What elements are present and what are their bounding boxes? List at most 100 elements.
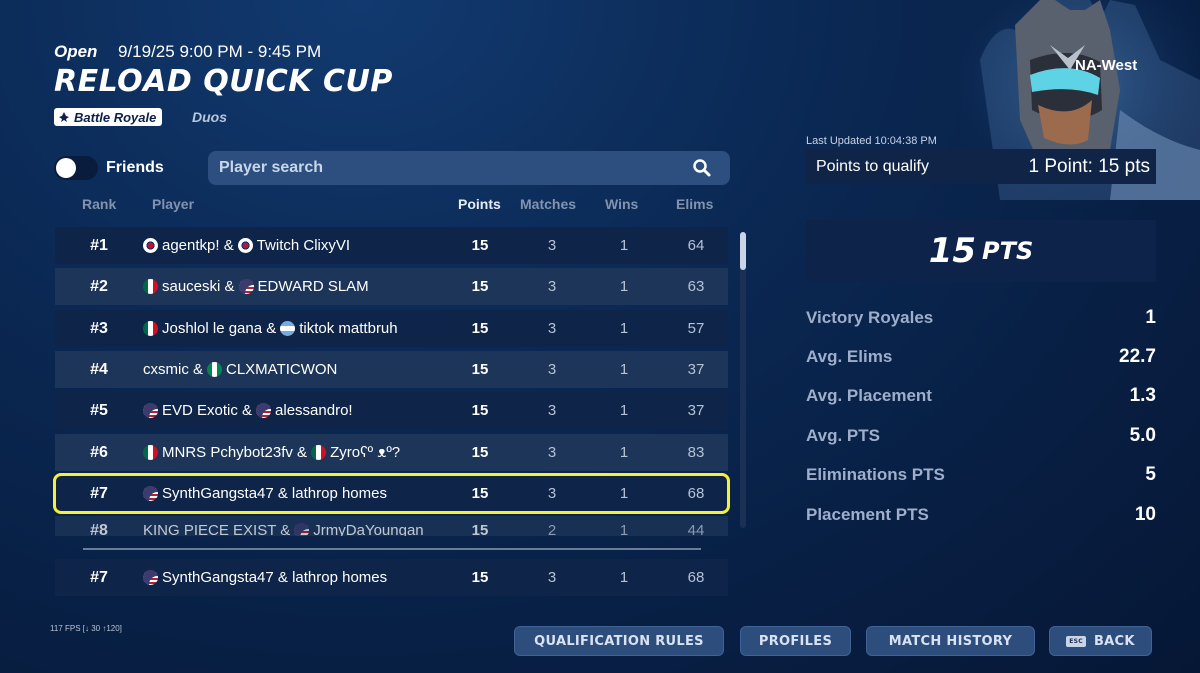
rank-cell: #8 — [90, 522, 108, 536]
elims-cell: 68 — [687, 569, 705, 586]
flag-icon — [143, 321, 158, 336]
player-cell: SynthGangsta47 & lathrop homes — [143, 485, 443, 502]
player-name: Joshlol le gana & — [162, 320, 277, 337]
stat-label: Placement PTS — [806, 505, 929, 524]
leaderboard-row[interactable]: #3 Joshlol le gana & tiktok mattbruh 15 3 1 57 — [55, 310, 728, 347]
back-button[interactable]: ESC BACK — [1049, 626, 1152, 656]
search-input[interactable]: Player search — [208, 151, 730, 185]
wins-cell: 1 — [619, 485, 629, 502]
search-icon[interactable] — [692, 158, 712, 178]
profiles-button[interactable]: PROFILES — [740, 626, 851, 656]
points-cell: 15 — [471, 361, 489, 378]
matches-cell: 2 — [547, 522, 557, 536]
toggle-knob — [56, 158, 76, 178]
elims-cell: 68 — [687, 485, 705, 502]
leaderboard-row[interactable]: #1 agentkp! & Twitch ClixyVI 15 3 1 64 — [55, 227, 728, 264]
rank-cell: #1 — [90, 236, 108, 254]
points-cell: 15 — [471, 444, 489, 461]
stat-label: Avg. Placement — [806, 386, 932, 405]
stat-label: Avg. Elims — [806, 347, 893, 366]
event-status: Open — [54, 42, 98, 61]
flag-icon — [143, 403, 158, 418]
total-points-value: 15 — [928, 231, 977, 271]
total-points: 15 PTS — [806, 220, 1156, 282]
wins-cell: 1 — [619, 444, 629, 461]
flag-icon — [143, 238, 158, 253]
matches-cell: 3 — [547, 278, 557, 295]
qualify-value: 1 Point: 15 pts — [1028, 155, 1150, 177]
points-cell: 15 — [471, 320, 489, 337]
wins-cell: 1 — [619, 320, 629, 337]
player-name: Twitch ClixyVI — [256, 237, 351, 254]
event-datetime: 9/19/25 9:00 PM - 9:45 PM — [118, 42, 322, 61]
matches-cell: 3 — [547, 361, 557, 378]
rank-cell: #4 — [90, 360, 108, 378]
rank-cell: #2 — [90, 277, 108, 295]
leaderboard-row[interactable]: #8 KING PIECE EXIST & JrmyDaYoungan 15 2 1 44 — [55, 516, 728, 536]
player-name: cxsmic & — [143, 361, 203, 378]
player-cell: KING PIECE EXIST & JrmyDaYoungan — [143, 522, 443, 536]
scrollbar-thumb[interactable] — [740, 232, 746, 270]
flag-icon — [207, 362, 222, 377]
column-header-points[interactable]: Points — [458, 196, 501, 212]
leaderboard-row[interactable]: #2 sauceski & EDWARD SLAM 15 3 1 63 — [55, 268, 728, 305]
rank-cell: #7 — [90, 568, 108, 586]
column-header-wins[interactable]: Wins — [605, 196, 638, 212]
flag-icon — [256, 403, 272, 418]
player-name: sauceski & — [162, 278, 235, 295]
leaderboard-row[interactable]: #5 EVD Exotic & alessandro! 15 3 1 37 — [55, 392, 728, 429]
player-name: SynthGangsta47 & — [162, 485, 288, 502]
leaderboard-row[interactable]: #7 SynthGangsta47 & lathrop homes 15 3 1 68 — [53, 473, 730, 514]
player-names: SynthGangsta47 & lathrop homes — [162, 569, 388, 586]
column-header-rank: Rank — [82, 196, 117, 212]
wins-cell: 1 — [619, 237, 629, 254]
flag-icon — [143, 445, 158, 460]
leaderboard-scrollbar[interactable] — [740, 232, 746, 528]
friends-toggle[interactable] — [54, 156, 98, 180]
mode-label: Battle Royale — [74, 109, 157, 125]
elims-cell: 37 — [687, 402, 705, 419]
match-history-button[interactable]: MATCH HISTORY — [866, 626, 1035, 656]
flag-icon — [280, 321, 296, 336]
friends-label: Friends — [106, 159, 164, 176]
player-cell: MNRS Pchybot23fv & Zyroʕº ᴥº? — [143, 444, 443, 461]
points-cell: 15 — [471, 402, 489, 419]
total-points-unit: PTS — [982, 237, 1034, 265]
player-cell: sauceski & EDWARD SLAM — [143, 278, 443, 295]
qualification-rules-button[interactable]: QUALIFICATION RULES — [514, 626, 724, 656]
region-label: NA-West — [1075, 57, 1138, 74]
player-name: EVD Exotic & — [162, 402, 253, 419]
flag-icon — [311, 445, 327, 460]
column-header-matches[interactable]: Matches — [520, 196, 576, 212]
matches-cell: 3 — [547, 485, 557, 502]
wins-cell: 1 — [619, 569, 629, 586]
stat-value: 1 — [1145, 307, 1156, 328]
points-cell: 15 — [471, 278, 489, 295]
search-placeholder: Player search — [219, 159, 324, 176]
flag-icon — [143, 570, 158, 585]
my-team-row[interactable]: #7 SynthGangsta47 & lathrop homes 15 3 1… — [55, 559, 728, 596]
divider — [83, 548, 701, 550]
leaderboard-row[interactable]: #4 cxsmic & CLXMATICWON 15 3 1 37 — [55, 351, 728, 388]
elims-cell: 44 — [687, 522, 705, 536]
stat-value: 10 — [1134, 504, 1156, 525]
matches-cell: 3 — [547, 569, 557, 586]
matches-cell: 3 — [547, 320, 557, 337]
leaderboard-row[interactable]: #6 MNRS Pchybot23fv & Zyroʕº ᴥº? 15 3 1 83 — [55, 434, 728, 471]
wins-cell: 1 — [619, 402, 629, 419]
rank-cell: #7 — [90, 484, 108, 502]
stat-value: 5 — [1145, 464, 1156, 485]
stat-value: 5.0 — [1129, 425, 1156, 446]
player-name: MNRS Pchybot23fv & — [162, 444, 308, 461]
stat-label: Eliminations PTS — [806, 465, 945, 484]
column-header-elims[interactable]: Elims — [676, 196, 713, 212]
player-cell: Joshlol le gana & tiktok mattbruh — [143, 320, 443, 337]
wins-cell: 1 — [619, 522, 629, 536]
player-cell: agentkp! & Twitch ClixyVI — [143, 237, 443, 254]
points-cell: 15 — [471, 569, 489, 586]
wins-cell: 1 — [619, 361, 629, 378]
points-cell: 15 — [471, 522, 489, 536]
matches-cell: 3 — [547, 237, 557, 254]
player-name: alessandro! — [275, 402, 353, 419]
stat-label: Victory Royales — [806, 308, 934, 327]
